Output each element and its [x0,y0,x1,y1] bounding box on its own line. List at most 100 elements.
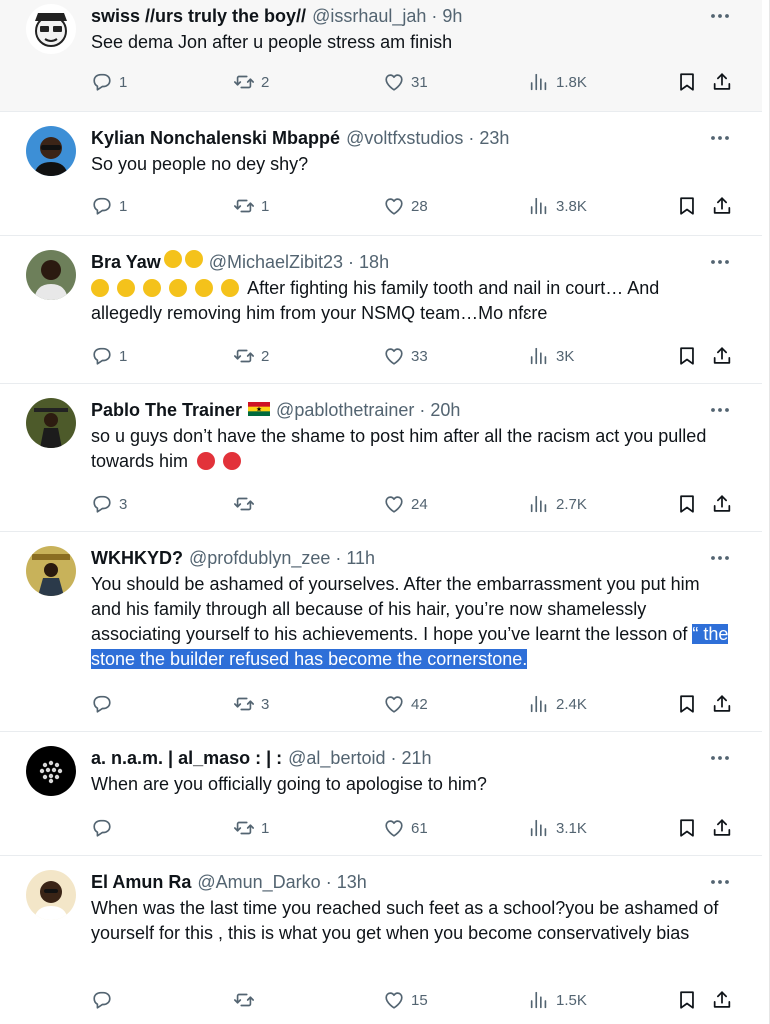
display-name[interactable]: a. n.a.m. | al_maso : | : [91,746,282,770]
display-name[interactable]: Pablo The Trainer [91,398,242,422]
reply-button[interactable]: 1 [91,70,127,94]
view-count: 3.8K [556,197,587,215]
bookmark-button[interactable] [676,692,698,716]
reply-button[interactable]: 1 [91,344,127,368]
more-icon[interactable] [708,4,732,28]
reply-button[interactable]: 3 [91,492,127,516]
share-button[interactable] [711,988,733,1012]
reply-button[interactable]: 1 [91,194,127,218]
views-button[interactable]: 2.4K [528,692,587,716]
views-icon [528,493,550,515]
display-name[interactable]: El Amun Ra [91,870,191,894]
avatar[interactable] [26,398,76,448]
tweet[interactable]: Bra Yaw @MichaelZibit23 · 18h After figh… [0,236,762,384]
avatar[interactable] [26,546,76,596]
display-name[interactable]: Kylian Nonchalenski Mbappé [91,126,340,150]
views-button[interactable]: 3K [528,344,574,368]
avatar[interactable] [26,126,76,176]
retweet-icon [233,71,255,93]
timestamp[interactable]: 21h [401,746,431,770]
retweet-button[interactable]: 1 [233,816,269,840]
bookmark-icon [676,817,698,839]
share-button[interactable] [711,70,733,94]
tweet-text-body: You should be ashamed of yourselves. Aft… [91,574,700,644]
reply-button[interactable] [91,988,119,1012]
user-handle[interactable]: @profdublyn_zee [189,546,330,570]
like-button[interactable]: 42 [383,692,428,716]
timestamp[interactable]: 9h [442,4,462,28]
retweet-button[interactable]: 3 [233,692,269,716]
bookmark-button[interactable] [676,492,698,516]
reply-button[interactable] [91,816,119,840]
grin-emoji-icon [117,279,136,297]
retweet-icon [233,817,255,839]
tweet[interactable]: El Amun Ra @Amun_Darko · 13h When was th… [0,856,762,1024]
timestamp[interactable]: 23h [479,126,509,150]
like-button[interactable]: 31 [383,70,428,94]
separator-dot: · [468,128,475,148]
retweet-count: 2 [261,347,270,365]
tweet[interactable]: Pablo The Trainer @pablothetrainer · 20h… [0,384,762,532]
views-button[interactable]: 2.7K [528,492,587,516]
user-handle[interactable]: @voltfxstudios [346,126,463,150]
tweet[interactable]: a. n.a.m. | al_maso : | : @al_bertoid · … [0,732,762,856]
more-icon[interactable] [708,546,732,570]
tweet[interactable]: Kylian Nonchalenski Mbappé @voltfxstudio… [0,112,762,236]
like-count: 42 [411,695,428,713]
user-handle[interactable]: @pablothetrainer [276,398,414,422]
bookmark-button[interactable] [676,988,698,1012]
timestamp[interactable]: 11h [346,546,375,570]
more-icon[interactable] [708,870,732,894]
tweet-text: After fighting his family tooth and nail… [91,276,732,326]
avatar[interactable] [26,870,76,920]
user-handle[interactable]: @Amun_Darko [197,870,320,894]
views-button[interactable]: 3.1K [528,816,587,840]
retweet-button[interactable] [233,492,261,516]
like-button[interactable]: 61 [383,816,428,840]
tweet[interactable]: swiss //urs truly the boy// @issrhaul_ja… [0,0,762,112]
avatar[interactable] [26,250,76,300]
views-button[interactable]: 1.8K [528,70,587,94]
retweet-icon [233,693,255,715]
views-button[interactable]: 1.5K [528,988,587,1012]
display-name[interactable]: Bra Yaw [91,250,161,274]
reply-button[interactable] [91,692,119,716]
share-button[interactable] [711,492,733,516]
display-name[interactable]: WKHKYD? [91,546,183,570]
bookmark-button[interactable] [676,194,698,218]
share-button[interactable] [711,344,733,368]
views-button[interactable]: 3.8K [528,194,587,218]
tweet-header: WKHKYD? @profdublyn_zee · 11h [91,546,732,570]
bookmark-button[interactable] [676,816,698,840]
avatar[interactable] [26,746,76,796]
user-handle[interactable]: @al_bertoid [288,746,385,770]
avatar[interactable] [26,4,76,54]
action-bar: 1 2 33 3K [91,344,736,368]
like-button[interactable]: 28 [383,194,428,218]
tweet[interactable]: WKHKYD? @profdublyn_zee · 11h You should… [0,532,762,732]
display-name[interactable]: swiss //urs truly the boy// [91,4,306,28]
tweet-header: swiss //urs truly the boy// @issrhaul_ja… [91,4,732,28]
retweet-button[interactable] [233,988,261,1012]
share-button[interactable] [711,194,733,218]
more-icon[interactable] [708,126,732,150]
retweet-button[interactable]: 1 [233,194,269,218]
timestamp[interactable]: 18h [359,250,389,274]
share-button[interactable] [711,692,733,716]
more-icon[interactable] [708,250,732,274]
like-button[interactable]: 33 [383,344,428,368]
bookmark-button[interactable] [676,70,698,94]
timestamp[interactable]: 13h [337,870,367,894]
user-handle[interactable]: @issrhaul_jah [312,4,426,28]
rofl-emoji-icon [169,279,188,297]
retweet-button[interactable]: 2 [233,70,269,94]
retweet-button[interactable]: 2 [233,344,269,368]
more-icon[interactable] [708,398,732,422]
bookmark-button[interactable] [676,344,698,368]
share-button[interactable] [711,816,733,840]
like-button[interactable]: 15 [383,988,428,1012]
user-handle[interactable]: @MichaelZibit23 [209,250,343,274]
like-button[interactable]: 24 [383,492,428,516]
more-icon[interactable] [708,746,732,770]
timestamp[interactable]: 20h [430,398,460,422]
